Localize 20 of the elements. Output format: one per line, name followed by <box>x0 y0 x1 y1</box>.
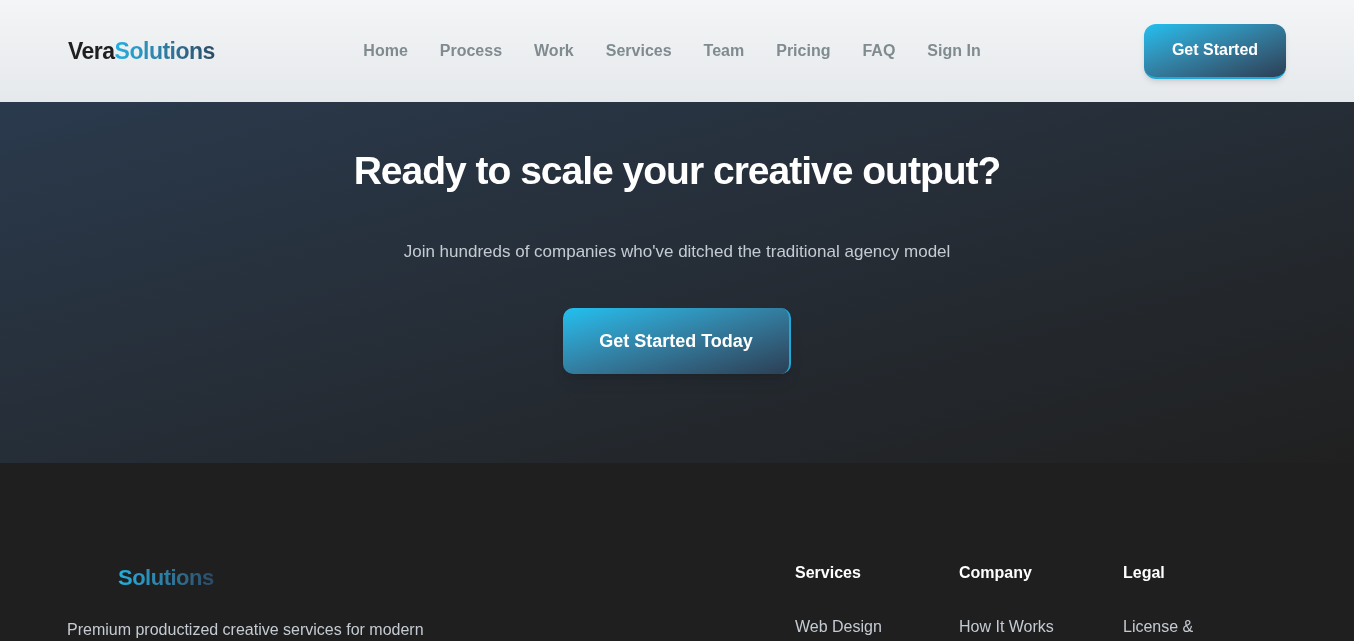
nav-link[interactable]: Sign In <box>927 39 981 63</box>
nav-link[interactable]: Pricing <box>776 39 831 63</box>
nav-link[interactable]: Team <box>703 39 745 63</box>
footer-link[interactable]: Web Design <box>795 615 882 639</box>
hero-subtitle: Join hundreds of companies who've ditched the traditional agency model <box>403 240 951 263</box>
nav-link[interactable]: Home <box>363 39 408 63</box>
nav-link[interactable]: Work <box>534 39 574 63</box>
footer-link[interactable]: License & <box>1123 615 1194 639</box>
footer-link[interactable]: How It Works <box>959 615 1054 639</box>
footer-column-heading: Services <box>795 563 861 583</box>
get-started-today-button[interactable]: Get Started Today <box>563 308 791 374</box>
get-started-button[interactable]: Get Started <box>1144 23 1286 79</box>
nav-link[interactable]: FAQ <box>862 39 896 63</box>
footer-column-heading: Company <box>959 563 1032 583</box>
logo[interactable]: VeraSolutions <box>68 33 328 69</box>
hero-title: Ready to scale your creative output? <box>353 148 1001 194</box>
footer-tagline: Premium productized creative services for modern <box>67 620 425 640</box>
footer-column-heading: Legal <box>1123 563 1165 583</box>
nav-link[interactable]: Services <box>605 39 672 63</box>
nav-link[interactable]: Process <box>439 39 503 63</box>
